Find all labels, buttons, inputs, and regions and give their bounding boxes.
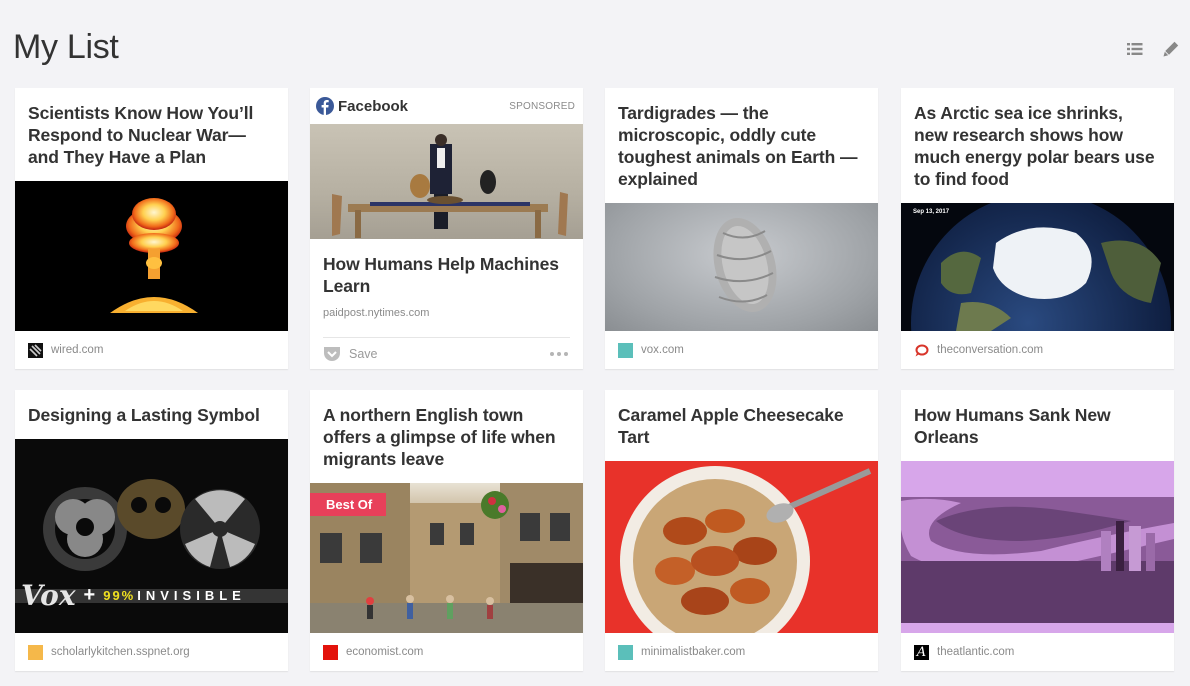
- item-source: wired.com: [15, 331, 288, 369]
- sponsor-header: Facebook SPONSORED: [310, 88, 583, 124]
- item-actions: Save: [323, 337, 570, 369]
- item-title[interactable]: Scientists Know How You’ll Respond to Nu…: [15, 88, 288, 168]
- item-source: scholarlykitchen.sspnet.org: [15, 633, 288, 671]
- item-title[interactable]: Caramel Apple Cheesecake Tart: [605, 390, 878, 448]
- woman-with-dogs-image: [332, 134, 568, 238]
- tardigrade-image: [713, 217, 777, 313]
- saved-item-card[interactable]: A northern English town offers a glimpse…: [310, 390, 583, 671]
- item-title[interactable]: A northern English town offers a glimpse…: [310, 390, 583, 470]
- sponsor-brand-name: Facebook: [338, 97, 409, 115]
- item-thumbnail[interactable]: Best Of: [310, 483, 583, 633]
- caramel-apple-tart-image: [620, 466, 872, 633]
- pocket-save-icon: [324, 346, 340, 361]
- item-thumbnail[interactable]: [901, 461, 1174, 633]
- item-domain[interactable]: economist.com: [346, 646, 423, 658]
- item-domain[interactable]: paidpost.nytimes.com: [310, 307, 583, 319]
- item-thumbnail[interactable]: [310, 124, 583, 239]
- more-dots-icon[interactable]: [548, 348, 570, 360]
- item-thumbnail[interactable]: [15, 181, 288, 331]
- vox-logo-text: Vox: [21, 579, 76, 612]
- pencil-icon[interactable]: [1162, 40, 1180, 58]
- item-title[interactable]: How Humans Sank New Orleans: [901, 390, 1174, 448]
- saved-item-card[interactable]: Caramel Apple Cheesecake Tart minimalist…: [605, 390, 878, 671]
- list-icon[interactable]: [1126, 40, 1144, 58]
- theatlantic-favicon: A: [914, 644, 929, 660]
- vox-favicon: [618, 342, 633, 358]
- saved-item-card[interactable]: How Humans Sank New Orleans A theatlanti…: [901, 390, 1174, 671]
- save-label: Save: [349, 346, 378, 361]
- item-source: minimalistbaker.com: [605, 633, 878, 671]
- image-date-caption: Sep 13, 2017: [913, 209, 950, 215]
- item-domain[interactable]: scholarlykitchen.sspnet.org: [51, 646, 190, 658]
- item-source: economist.com: [310, 633, 583, 671]
- item-thumbnail[interactable]: Vox + 99% INVISIBLE: [15, 439, 288, 633]
- item-domain[interactable]: minimalistbaker.com: [641, 646, 745, 658]
- item-title[interactable]: Tardigrades — the microscopic, oddly cut…: [605, 88, 878, 190]
- item-title[interactable]: Designing a Lasting Symbol: [15, 390, 288, 426]
- item-source: A theatlantic.com: [901, 633, 1174, 671]
- mushroom-cloud-image: [110, 198, 198, 313]
- plus-text: +: [83, 584, 96, 606]
- theconversation-favicon: [914, 343, 929, 358]
- economist-favicon: [323, 644, 338, 660]
- item-thumbnail[interactable]: Sep 13, 2017: [901, 203, 1174, 331]
- saved-item-card[interactable]: As Arctic sea ice shrinks, new research …: [901, 88, 1174, 369]
- wired-favicon: [28, 342, 43, 358]
- item-title[interactable]: How Humans Help Machines Learn: [310, 253, 583, 297]
- item-domain[interactable]: vox.com: [641, 344, 684, 356]
- item-title[interactable]: As Arctic sea ice shrinks, new research …: [901, 88, 1174, 190]
- save-button[interactable]: Save: [323, 346, 378, 362]
- page-title: My List: [13, 28, 119, 66]
- sponsored-label: SPONSORED: [509, 100, 575, 112]
- sponsored-card[interactable]: Facebook SPONSORED How Humans Help Machi…: [310, 88, 583, 369]
- item-source: theconversation.com: [901, 331, 1174, 369]
- top-actions: [1126, 40, 1180, 58]
- saved-item-card[interactable]: Scientists Know How You’ll Respond to Nu…: [15, 88, 288, 369]
- item-domain[interactable]: theconversation.com: [937, 344, 1043, 356]
- new-orleans-aerial-image: [901, 461, 1174, 633]
- scholarlykitchen-favicon: [28, 644, 43, 660]
- invisible-text: INVISIBLE: [137, 588, 246, 603]
- minimalistbaker-favicon: [618, 644, 633, 660]
- best-of-badge: Best Of: [310, 493, 387, 516]
- sponsor-brand[interactable]: Facebook: [316, 97, 408, 115]
- item-source: vox.com: [605, 331, 878, 369]
- facebook-icon: [316, 97, 334, 115]
- item-domain[interactable]: wired.com: [51, 344, 103, 356]
- arctic-globe-image: [911, 203, 1171, 331]
- saved-item-card[interactable]: Tardigrades — the microscopic, oddly cut…: [605, 88, 878, 369]
- vox-99pi-wordmark: Vox + 99% INVISIBLE: [21, 579, 246, 612]
- percent-text: 99%: [103, 588, 136, 603]
- saved-item-card[interactable]: Designing a Lasting Symbol Vox + 99% INV…: [15, 390, 288, 671]
- item-thumbnail[interactable]: [605, 461, 878, 633]
- item-domain[interactable]: theatlantic.com: [937, 646, 1014, 658]
- item-thumbnail[interactable]: [605, 203, 878, 331]
